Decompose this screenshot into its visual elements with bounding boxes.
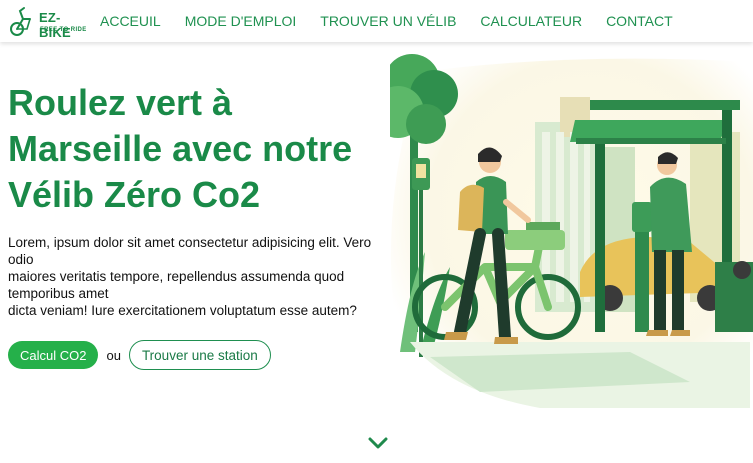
hero-description-line: Lorem, ipsum dolor sit amet consectetur … [8, 235, 372, 267]
find-station-button[interactable]: Trouver une station [128, 340, 271, 370]
brand-name: EZ-BIKE [39, 10, 71, 40]
calcul-co2-button[interactable]: Calcul CO2 [8, 341, 99, 369]
nav-link-accueil[interactable]: ACCEUIL [100, 13, 161, 29]
or-separator: ou [106, 347, 121, 363]
bicycle-logo-icon [10, 7, 31, 36]
brand-tagline: FREE TO RIDE [40, 27, 87, 33]
nav-link-calculateur[interactable]: CALCULATEUR [480, 13, 582, 29]
hero-description-line: dicta veniam! Iure exercitationem volupt… [8, 303, 357, 318]
main-nav: ACCEUIL MODE D'EMPLOI TROUVER UN VÉLIB C… [100, 0, 697, 42]
hero-description: Lorem, ipsum dolor sit amet consectetur … [8, 234, 373, 319]
nav-link-mode-emploi[interactable]: MODE D'EMPLOI [185, 13, 297, 29]
navbar: EZ-BIKE FREE TO RIDE ACCEUIL MODE D'EMPL… [0, 0, 753, 42]
hero-title: Roulez vert à Marseille avec notre Vélib… [8, 82, 353, 215]
bike-station-illustration [390, 54, 753, 408]
nav-link-contact[interactable]: CONTACT [606, 13, 673, 29]
hero-actions: Calcul CO2 ou Trouver une station [8, 340, 271, 370]
logo[interactable]: EZ-BIKE FREE TO RIDE [10, 2, 90, 40]
nav-link-trouver-velib[interactable]: TROUVER UN VÉLIB [320, 13, 456, 29]
hero-description-line: maiores veritatis tempore, repellendus a… [8, 269, 345, 301]
chevron-down-icon[interactable] [366, 434, 390, 452]
